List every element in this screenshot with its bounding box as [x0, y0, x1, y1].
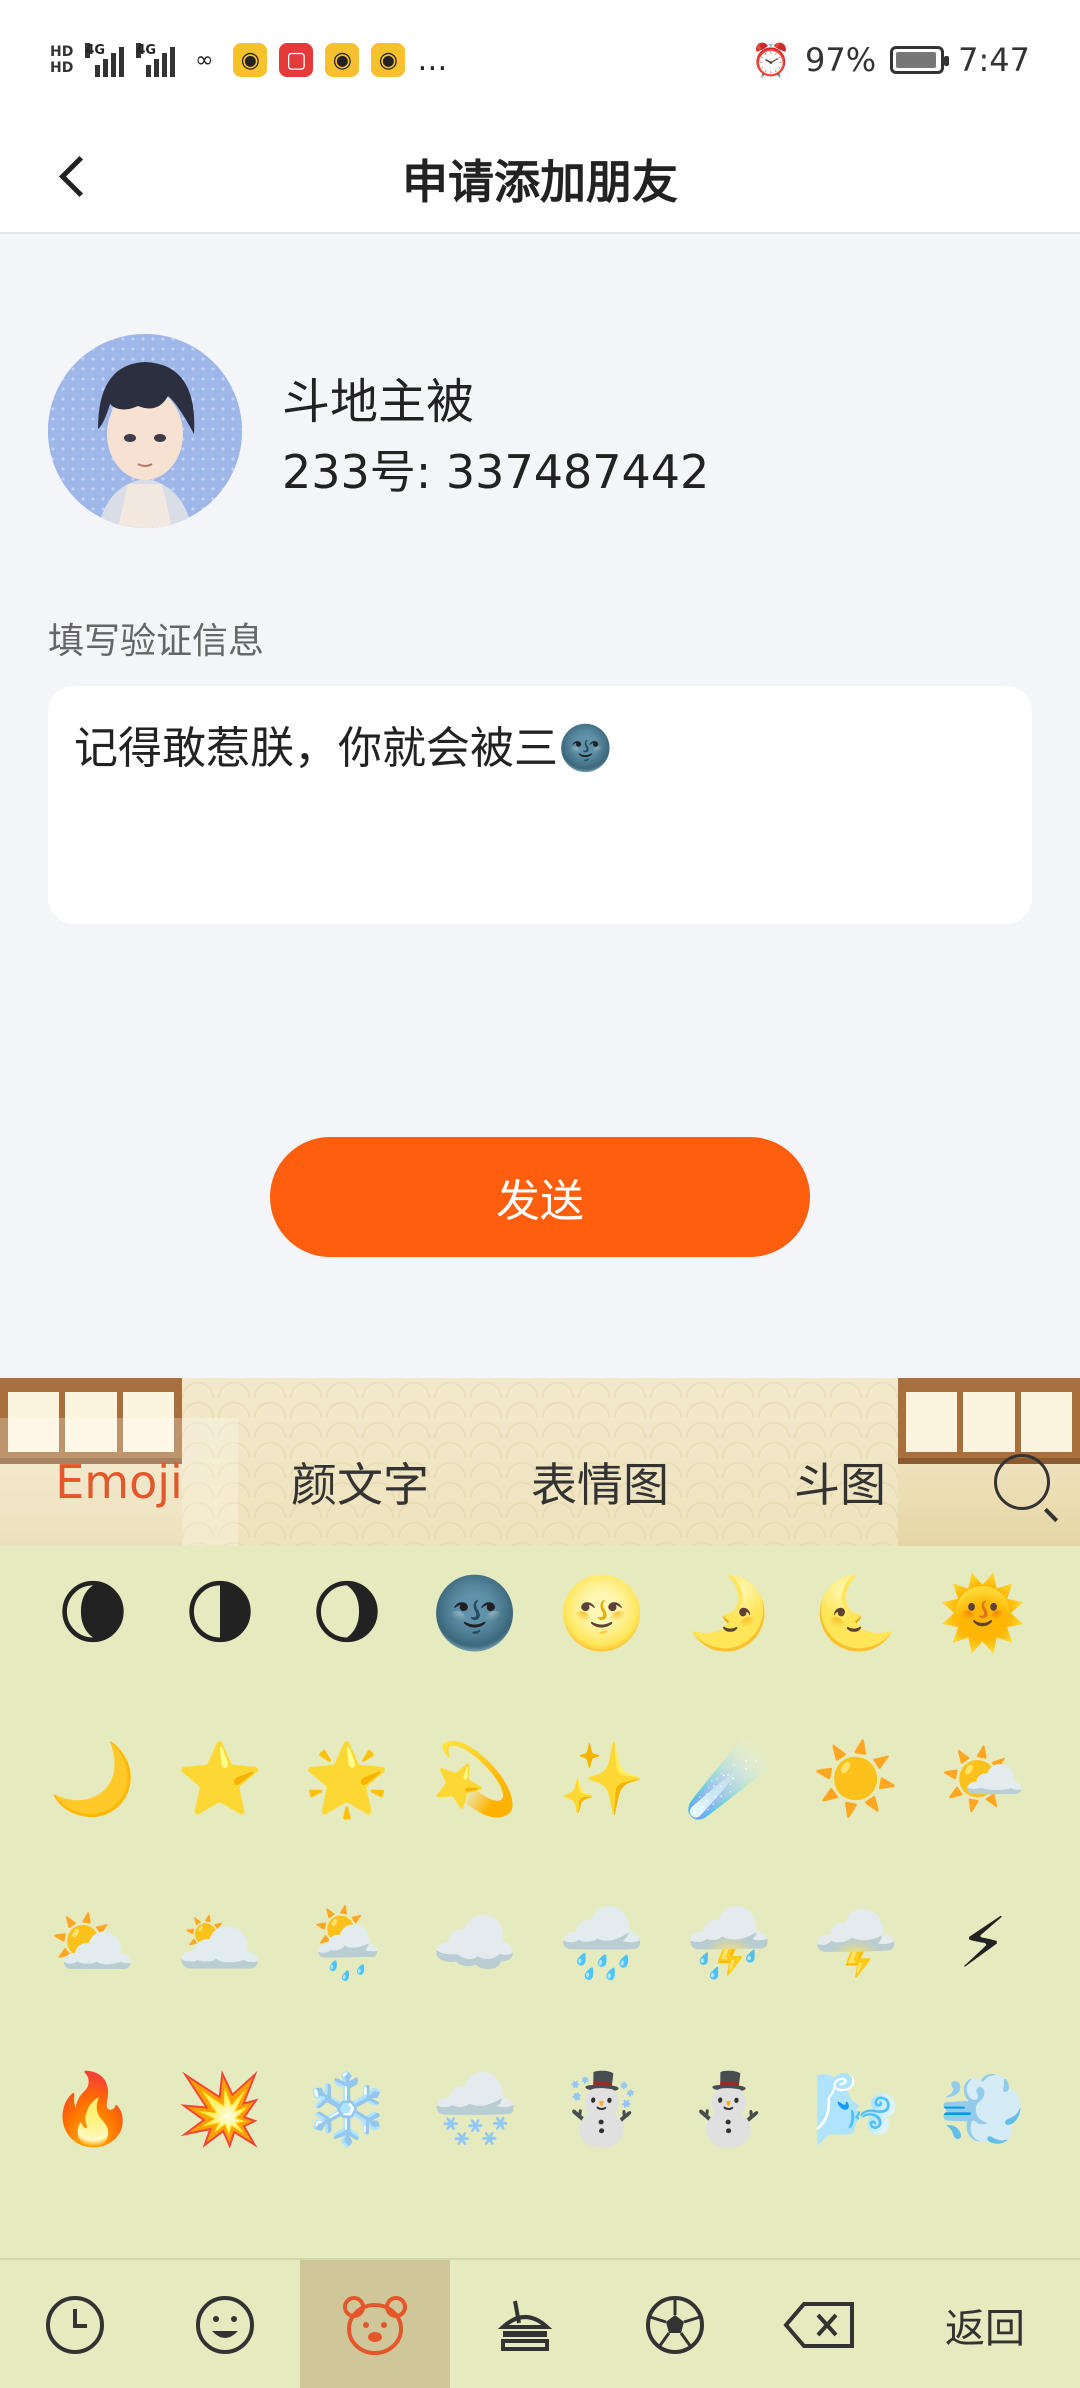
friend-name: 斗地主被: [282, 374, 475, 430]
emoji-key[interactable]: ☀️: [811, 1734, 901, 1824]
emoji-key[interactable]: 🌜: [811, 1568, 901, 1658]
book-icon: ▢: [279, 43, 314, 77]
emoji-key[interactable]: ⭐: [175, 1734, 265, 1824]
link-icon: ∞: [195, 47, 214, 73]
avatar: [48, 334, 242, 528]
emoji-key[interactable]: ✨: [557, 1734, 647, 1824]
emoji-key[interactable]: 🌚: [430, 1568, 520, 1658]
emoji-key[interactable]: 🔥: [48, 2064, 138, 2154]
tab-sticker[interactable]: 表情图: [480, 1418, 720, 1546]
emoji-key[interactable]: 🌘: [48, 1568, 138, 1658]
bear-icon[interactable]: [300, 2260, 450, 2388]
return-label: 返回: [945, 2306, 1025, 2352]
emoji-key[interactable]: 🌥️: [175, 1898, 265, 1988]
emoji-key[interactable]: 🌩️: [811, 1898, 901, 1988]
emoji-key[interactable]: ⛈️: [684, 1898, 774, 1988]
emoji-key[interactable]: 🌞: [938, 1568, 1028, 1658]
more-icon: …: [417, 42, 448, 78]
emoji-key[interactable]: ⚡: [938, 1898, 1028, 1988]
send-button[interactable]: 发送: [270, 1137, 810, 1257]
verify-message-input[interactable]: 记得敢惹朕，你就会被三🌚: [48, 686, 1032, 924]
smiley-icon[interactable]: [150, 2260, 300, 2388]
clock-icon[interactable]: [0, 2260, 150, 2388]
weibo-icon: ◉: [325, 43, 360, 77]
weibo-icon: ◉: [371, 43, 406, 77]
emoji-key[interactable]: 🌖: [302, 1568, 392, 1658]
emoji-grid: 🌘 🌗 🌖 🌚 🌝 🌛 🌜 🌞 🌙 ⭐ 🌟 💫 ✨ ☄️ ☀️ 🌤️ ⛅ 🌥️ …: [0, 1546, 1080, 2236]
emoji-key[interactable]: ☁️: [430, 1898, 520, 1988]
header: 申请添加朋友: [0, 118, 1080, 234]
backspace-icon[interactable]: [760, 2260, 880, 2388]
send-button-label: 发送: [496, 1176, 584, 1227]
emoji-key[interactable]: ❄️: [302, 2064, 392, 2154]
weibo-icon: ◉: [233, 43, 268, 77]
tab-emoji[interactable]: Emoji: [0, 1418, 238, 1546]
emoji-key[interactable]: 🌬️: [811, 2064, 901, 2154]
emoji-key[interactable]: 🌦️: [302, 1898, 392, 1988]
emoji-key[interactable]: 🌗: [175, 1568, 265, 1658]
page-title: 申请添加朋友: [402, 155, 678, 209]
food-icon[interactable]: [450, 2260, 600, 2388]
emoji-keyboard: Emoji 颜文字 表情图 斗图 🌘 🌗 🌖 🌚 🌝 🌛 🌜 🌞 🌙 ⭐ 🌟 💫…: [0, 1378, 1080, 2388]
return-button[interactable]: 返回: [900, 2260, 1070, 2388]
emoji-key[interactable]: ☃️: [557, 2064, 647, 2154]
emoji-search-icon[interactable]: [994, 1454, 1050, 1510]
keyboard-tab-bar: Emoji 颜文字 表情图 斗图: [0, 1378, 1080, 1546]
status-bar: HD HD 4G 4G ∞ ◉ ▢ ◉ ◉ … ⏰ 97% 7:47: [0, 0, 1080, 118]
hd-icon: HD HD: [50, 44, 74, 76]
emoji-key[interactable]: 🌛: [684, 1568, 774, 1658]
signal-icon: 4G: [136, 43, 176, 77]
signal-icon: 4G: [85, 43, 125, 77]
clock-time: 7:47: [958, 41, 1030, 79]
emoji-key[interactable]: ⛄: [684, 2064, 774, 2154]
emoji-key[interactable]: 💨: [938, 2064, 1028, 2154]
emoji-key[interactable]: ⛅: [48, 1898, 138, 1988]
emoji-key[interactable]: 🌝: [557, 1568, 647, 1658]
verify-label: 填写验证信息: [48, 621, 265, 662]
battery-icon: [890, 46, 950, 74]
emoji-key[interactable]: 💥: [175, 2064, 265, 2154]
emoji-key[interactable]: ☄️: [684, 1734, 774, 1824]
soccer-icon[interactable]: [600, 2260, 750, 2388]
emoji-key[interactable]: 💫: [430, 1734, 520, 1824]
friend-id: 233号: 337487442: [282, 445, 710, 499]
tab-doutu[interactable]: 斗图: [720, 1418, 960, 1546]
keyboard-bottom-bar: 返回: [0, 2258, 1080, 2388]
verify-message-text: 记得敢惹朕，你就会被三🌚: [74, 723, 613, 774]
emoji-key[interactable]: 🌟: [302, 1734, 392, 1824]
emoji-key[interactable]: 🌧️: [557, 1898, 647, 1988]
emoji-key[interactable]: 🌙: [48, 1734, 138, 1824]
tab-kaomoji[interactable]: 颜文字: [240, 1418, 480, 1546]
alarm-icon: ⏰: [751, 41, 792, 79]
battery-percent: 97%: [805, 41, 877, 79]
emoji-key[interactable]: 🌨️: [430, 2064, 520, 2154]
emoji-key[interactable]: 🌤️: [938, 1734, 1028, 1824]
